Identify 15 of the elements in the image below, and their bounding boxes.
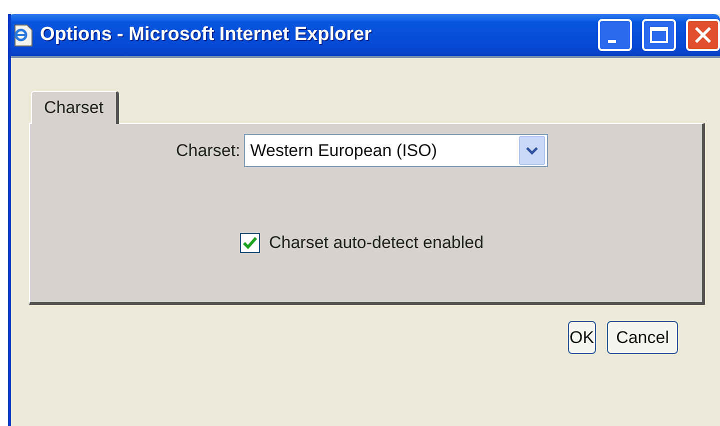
charset-label: Charset: xyxy=(176,140,240,160)
auto-detect-label: Charset auto-detect enabled xyxy=(269,233,484,253)
close-button[interactable] xyxy=(686,19,720,51)
cancel-button[interactable]: Cancel xyxy=(607,321,678,354)
auto-detect-checkbox[interactable] xyxy=(240,233,260,253)
ok-button[interactable]: OK xyxy=(568,321,596,354)
charset-dropdown[interactable]: Western European (ISO) xyxy=(244,134,548,167)
minimize-icon xyxy=(608,40,616,42)
window-title: Options - Microsoft Internet Explorer xyxy=(40,24,372,46)
charset-tab[interactable]: Charset xyxy=(31,91,119,124)
close-icon xyxy=(694,26,712,44)
minimize-button[interactable] xyxy=(598,19,632,51)
maximize-icon xyxy=(650,27,668,43)
maximize-button[interactable] xyxy=(642,19,676,51)
browser-icon xyxy=(12,23,34,47)
